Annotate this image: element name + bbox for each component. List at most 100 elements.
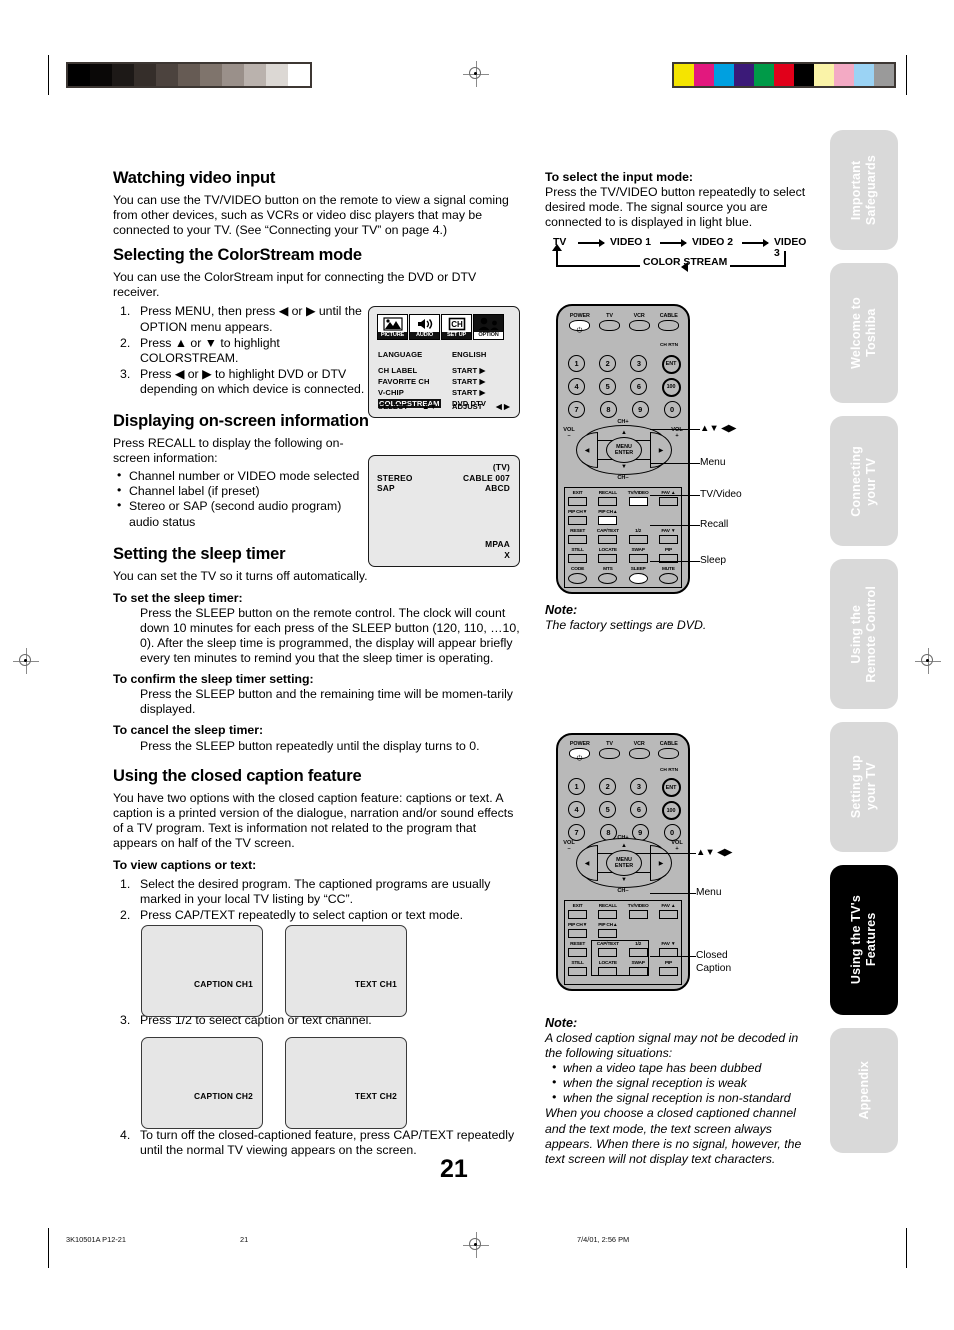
- remote-button-code[interactable]: CODE: [564, 567, 591, 584]
- remote-button-tv[interactable]: TV: [598, 741, 622, 759]
- picture-icon: PICTURE: [377, 314, 408, 340]
- remote-key-ent[interactable]: ENT: [661, 354, 681, 374]
- remote-button-vcr[interactable]: VCR: [627, 741, 651, 759]
- remote-key-9[interactable]: 9: [631, 400, 649, 418]
- remote-key-ent[interactable]: ENT: [661, 778, 681, 798]
- osd-setting-rows: LANGUAGE ENGLISH CH LABEL START ▶ FAVORI…: [378, 349, 513, 409]
- remote-button-mts[interactable]: MTS: [594, 567, 621, 584]
- remote-key-7[interactable]: 7: [568, 400, 586, 418]
- remote-button-exit[interactable]: EXIT: [564, 904, 591, 919]
- remote-button-still[interactable]: STILL: [564, 961, 591, 976]
- remote-button-cap-text[interactable]: CAP/TEXT: [594, 529, 621, 544]
- remote-button-mute[interactable]: MUTE: [655, 567, 682, 584]
- remote-button-recall[interactable]: RECALL: [594, 904, 621, 919]
- remote-key-0[interactable]: 0: [663, 400, 681, 418]
- remote-button-reset[interactable]: RESET: [564, 529, 591, 544]
- remote-button-power[interactable]: POWER ⏻: [568, 741, 592, 762]
- remote-key-6[interactable]: 6: [630, 377, 648, 395]
- remote-button-pip[interactable]: PIP: [655, 961, 682, 976]
- paragraph-selecting-colorstream: You can use the ColorStream input for co…: [113, 270, 477, 300]
- remote-button-pip-ch[interactable]: PIP CH▲: [594, 923, 621, 938]
- remote-button-recall[interactable]: RECALL: [594, 491, 621, 506]
- sidebar-tab-appendix[interactable]: Appendix: [830, 1028, 898, 1153]
- note-outro: When you choose a closed captioned chann…: [545, 1106, 802, 1166]
- registration-mark-top: [463, 61, 489, 87]
- remote-button-label: PIP CH▲: [598, 510, 618, 515]
- remote-button-fav[interactable]: FAV ▲: [655, 491, 682, 506]
- remote-keypad-row: 1 2 3 ENT: [568, 354, 681, 374]
- paragraph-closed-caption-feature: You have two options with the closed cap…: [113, 790, 514, 850]
- osd-adjust-label: ADJUST: [452, 402, 483, 411]
- callout-label-tvvideo-1: TV/Video: [700, 489, 742, 500]
- remote-key-100[interactable]: 100: [661, 377, 681, 397]
- remote-button-still[interactable]: STILL: [564, 548, 591, 563]
- callout-line: [650, 525, 700, 527]
- remote-button-fav[interactable]: FAV ▼: [655, 942, 682, 957]
- recall-osd-stereo: STEREO: [377, 473, 413, 483]
- remote-button-tv-video[interactable]: TV/VIDEO: [625, 491, 652, 506]
- remote-key-100[interactable]: 100: [661, 801, 681, 821]
- step-text: Press ▲ or ▼ to highlight COLORSTREAM.: [140, 335, 280, 365]
- remote-key-1[interactable]: 1: [568, 778, 586, 796]
- remote-button-reset[interactable]: RESET: [564, 942, 591, 957]
- note-closed-caption: Note: A closed caption signal may not be…: [545, 1016, 817, 1167]
- remote-button-vcr[interactable]: VCR: [627, 313, 651, 331]
- remote-button-sleep[interactable]: SLEEP: [625, 567, 652, 584]
- remote-menu-enter-button[interactable]: MENU ENTER: [606, 437, 642, 463]
- remote-key-3[interactable]: 3: [630, 778, 648, 796]
- remote-button-cable[interactable]: CABLE: [657, 741, 681, 759]
- remote-button-fav[interactable]: FAV ▲: [655, 904, 682, 919]
- remote-button-tv-video[interactable]: TV/VIDEO: [625, 904, 652, 919]
- recall-osd: (TV) STEREO CABLE 007 SAP ABCD MPAA X: [368, 455, 520, 567]
- crop-mark-top-left: [48, 55, 50, 95]
- sidebar-tab-using-the-tv-s-features[interactable]: Using the TV's Features: [830, 865, 898, 1015]
- remote-menu-enter-button[interactable]: MENU ENTER: [606, 850, 642, 876]
- remote-button-pip-ch[interactable]: PIP CH▼: [564, 923, 591, 938]
- input-mode-flow-diagram: TV VIDEO 1 VIDEO 2 VIDEO 3 COLOR STREAM: [548, 237, 810, 279]
- remote-button-1-2[interactable]: 1/2: [625, 529, 652, 544]
- calibration-swatch: [834, 64, 854, 86]
- remote-key-2[interactable]: 2: [599, 778, 617, 796]
- paragraph-select-input-mode: Press the TV/VIDEO button repeatedly to …: [545, 185, 806, 230]
- remote-key-2[interactable]: 2: [599, 354, 617, 372]
- remote-button-cable[interactable]: CABLE: [657, 313, 681, 331]
- remote-key-4[interactable]: 4: [568, 801, 586, 819]
- remote-button-power[interactable]: POWER ⏻: [568, 313, 592, 334]
- recall-osd-channel: CABLE 007: [463, 473, 510, 483]
- calibration-swatch: [874, 64, 894, 86]
- remote-label-ch-rtn: CH RTN: [659, 767, 679, 773]
- step-number: 3.: [120, 1013, 131, 1027]
- remote-button-swap[interactable]: SWAP: [625, 548, 652, 563]
- remote-key-1[interactable]: 1: [568, 354, 586, 372]
- remote-button-pip-ch[interactable]: PIP CH▼: [564, 510, 591, 525]
- remote-key-6[interactable]: 6: [630, 801, 648, 819]
- remote-label-ch-plus: CH+: [617, 418, 629, 425]
- calibration-swatch: [714, 64, 734, 86]
- icon-caption: PICTURE: [378, 332, 407, 339]
- osd-row: LANGUAGE ENGLISH: [378, 349, 513, 360]
- osd-row-value: START ▶: [452, 388, 486, 397]
- sidebar-tab-using-the-remote-control[interactable]: Using the Remote Control: [830, 559, 898, 709]
- heading-watching-video-input: Watching video input: [113, 169, 276, 187]
- remote-button-shape: [658, 319, 680, 331]
- recall-osd-tv: (TV): [492, 462, 510, 472]
- remote-key-5[interactable]: 5: [599, 377, 617, 395]
- remote-button-locate[interactable]: LOCATE: [594, 548, 621, 563]
- sidebar-tab-important-safeguards[interactable]: Important Safeguards: [830, 130, 898, 250]
- remote-key-3[interactable]: 3: [630, 354, 648, 372]
- remote-key-5[interactable]: 5: [599, 801, 617, 819]
- remote-button-tv[interactable]: TV: [598, 313, 622, 331]
- sidebar-tab-setting-up-your-tv[interactable]: Setting up your TV: [830, 722, 898, 852]
- remote-button-exit[interactable]: EXIT: [564, 491, 591, 506]
- sidebar-tab-connecting-your-tv[interactable]: Connecting your TV: [830, 416, 898, 546]
- remote-key-4[interactable]: 4: [568, 377, 586, 395]
- remote-key-8[interactable]: 8: [599, 400, 617, 418]
- recall-osd-mpaa: MPAA: [485, 539, 510, 549]
- sidebar-tab-welcome-to-toshiba[interactable]: Welcome to Toshiba: [830, 263, 898, 403]
- remote-button-pip-ch[interactable]: PIP CH▲: [594, 510, 621, 525]
- remote-button-fav[interactable]: FAV ▼: [655, 529, 682, 544]
- steps-colorstream: 1. Press MENU, then press ◀ or ▶ until th…: [113, 304, 365, 397]
- registration-mark-left: [13, 648, 39, 674]
- step-4-wrapper: 4. To turn off the closed-captioned feat…: [120, 1128, 520, 1158]
- svg-text:CH: CH: [451, 320, 463, 329]
